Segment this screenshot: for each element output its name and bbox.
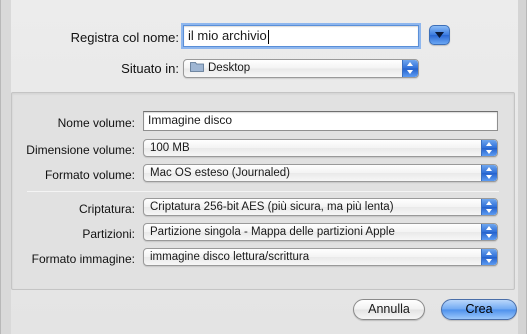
create-button[interactable]: Crea — [441, 299, 517, 320]
image-format-popup[interactable]: immagine disco lettura/scrittura — [143, 248, 498, 266]
where-label: Situato in: — [121, 61, 179, 76]
partitions-popup[interactable]: Partizione singola - Mappa delle partizi… — [143, 223, 498, 241]
encryption-label: Criptatura: — [78, 202, 135, 216]
save-as-label: Registra col nome: — [70, 30, 179, 45]
volume-name-label: Nome volume: — [57, 116, 135, 130]
partitions-value: Partizione singola - Mappa delle partizi… — [150, 226, 395, 238]
where-popup[interactable]: Desktop — [183, 59, 419, 78]
popup-arrows-icon — [481, 249, 497, 265]
volume-format-value: Mac OS esteso (Journaled) — [150, 167, 290, 179]
save-as-value: il mio archivio — [188, 28, 267, 43]
chevron-down-icon — [435, 32, 444, 38]
background-window-edge-left — [1, 0, 11, 334]
expand-browser-button[interactable] — [429, 25, 450, 45]
popup-arrows-icon — [402, 60, 418, 77]
save-as-field[interactable]: il mio archivio — [183, 25, 419, 47]
volume-format-label: Formato volume: — [44, 168, 135, 182]
save-sheet: Registra col nome: il mio archivio Situa… — [0, 0, 527, 334]
popup-arrows-icon — [481, 199, 497, 215]
cancel-button[interactable]: Annulla — [353, 299, 425, 320]
volume-size-label: Dimensione volume: — [26, 143, 135, 157]
volume-name-field[interactable]: Immagine disco — [143, 111, 498, 131]
popup-arrows-icon — [481, 140, 497, 156]
volume-size-popup[interactable]: 100 MB — [143, 139, 498, 157]
encryption-value: Criptatura 256-bit AES (più sicura, ma p… — [150, 201, 394, 213]
volume-size-value: 100 MB — [150, 142, 190, 154]
volume-format-popup[interactable]: Mac OS esteso (Journaled) — [143, 164, 498, 182]
options-separator — [27, 191, 499, 192]
popup-arrows-icon — [481, 165, 497, 181]
popup-arrows-icon — [481, 224, 497, 240]
where-value: Desktop — [208, 62, 251, 74]
image-format-value: immagine disco lettura/scrittura — [150, 251, 310, 263]
folder-icon — [190, 62, 204, 72]
image-format-label: Formato immagine: — [31, 252, 135, 266]
volume-name-value: Immagine disco — [148, 113, 233, 127]
encryption-popup[interactable]: Criptatura 256-bit AES (più sicura, ma p… — [143, 198, 498, 216]
partitions-label: Partizioni: — [82, 227, 135, 241]
text-caret — [267, 29, 269, 44]
background-window-edge-right — [518, 0, 526, 334]
